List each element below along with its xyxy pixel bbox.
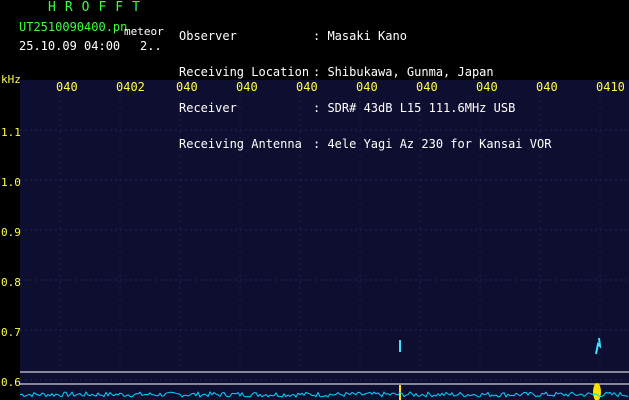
x-tick-label: 0410 bbox=[596, 80, 625, 94]
y-tick-label: 1.0 bbox=[1, 176, 21, 189]
echo-counter: 2.. bbox=[140, 39, 162, 53]
x-tick-label: 040 bbox=[356, 80, 378, 94]
info-key: Observer bbox=[179, 29, 237, 43]
x-tick-label: 0402 bbox=[116, 80, 145, 94]
noise-trace bbox=[19, 391, 629, 398]
y-tick-label: 0.8 bbox=[1, 276, 21, 289]
info-row-antenna: Receiving Antenna : 4ele Yagi Az 230 for … bbox=[179, 138, 551, 150]
info-key: Receiver bbox=[179, 101, 237, 115]
info-value: : Masaki Kano bbox=[313, 29, 407, 43]
x-tick-label: 040 bbox=[176, 80, 198, 94]
meteor-echo-bright bbox=[593, 383, 601, 400]
info-row-observer: Observer : Masaki Kano bbox=[179, 30, 551, 42]
info-row-location: Receiving Location: Shibukawa, Gunma, Ja… bbox=[179, 66, 551, 78]
x-tick-label: 040 bbox=[476, 80, 498, 94]
x-tick-label: 040 bbox=[56, 80, 78, 94]
y-tick-label: 0.9 bbox=[1, 226, 21, 239]
y-tick-label: 1.1 bbox=[1, 126, 21, 139]
info-value: : SDR# 43dB L15 111.6MHz USB bbox=[313, 101, 516, 115]
y-tick-label: 0.6 bbox=[1, 376, 21, 389]
x-tick-label: 040 bbox=[536, 80, 558, 94]
file-name: UT2510090400.pn bbox=[19, 20, 128, 34]
info-key: Receiving Antenna bbox=[179, 137, 302, 151]
info-key: Receiving Location bbox=[179, 65, 310, 79]
info-value: : 4ele Yagi Az 230 for Kansai VOR bbox=[313, 137, 552, 151]
meteor-label: meteor bbox=[124, 25, 164, 38]
x-tick-label: 040 bbox=[236, 80, 258, 94]
x-tick-label: 040 bbox=[416, 80, 438, 94]
info-value: : Shibukawa, Gunma, Japan bbox=[313, 65, 494, 79]
info-row-receiver: Receiver : SDR# 43dB L15 111.6MHz USB bbox=[179, 102, 551, 114]
meteor-echo bbox=[595, 337, 602, 355]
y-tick-label: 0.7 bbox=[1, 326, 21, 339]
app-title: HROFFT bbox=[48, 0, 149, 15]
hrofft-window: HROFFT UT2510090400.pn meteor 25.10.09 0… bbox=[0, 0, 629, 400]
date-time: 25.10.09 04:00 bbox=[19, 39, 121, 53]
y-axis-unit: kHz bbox=[1, 73, 21, 86]
x-tick-label: 040 bbox=[296, 80, 318, 94]
